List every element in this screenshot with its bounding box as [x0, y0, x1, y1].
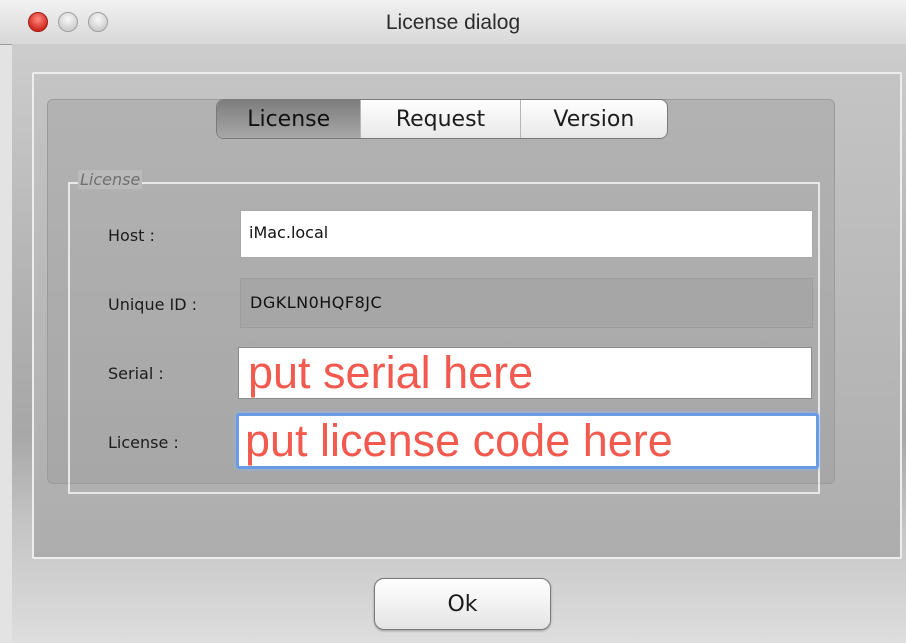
license-label: License : — [108, 433, 179, 452]
host-label: Host : — [108, 226, 155, 245]
tab-license[interactable]: License — [217, 100, 362, 138]
license-input[interactable]: put license code here — [236, 413, 819, 469]
tab-bar: License Request Version — [216, 99, 668, 139]
serial-label: Serial : — [108, 364, 164, 383]
unique-id-label: Unique ID : — [108, 295, 198, 314]
unique-id-field: DGKLN0HQF8JC — [240, 278, 813, 328]
ok-button[interactable]: Ok — [374, 578, 551, 630]
serial-input[interactable]: put serial here — [238, 347, 812, 399]
window-title: License dialog — [385, 11, 521, 34]
tab-request[interactable]: Request — [361, 100, 521, 138]
dialog-body: License Request Version License Host : i… — [12, 44, 906, 643]
tab-version[interactable]: Version — [521, 100, 667, 138]
title-bar: License dialog — [0, 0, 906, 45]
host-field[interactable]: iMac.local — [240, 210, 813, 258]
groupbox-title: License — [78, 170, 143, 189]
